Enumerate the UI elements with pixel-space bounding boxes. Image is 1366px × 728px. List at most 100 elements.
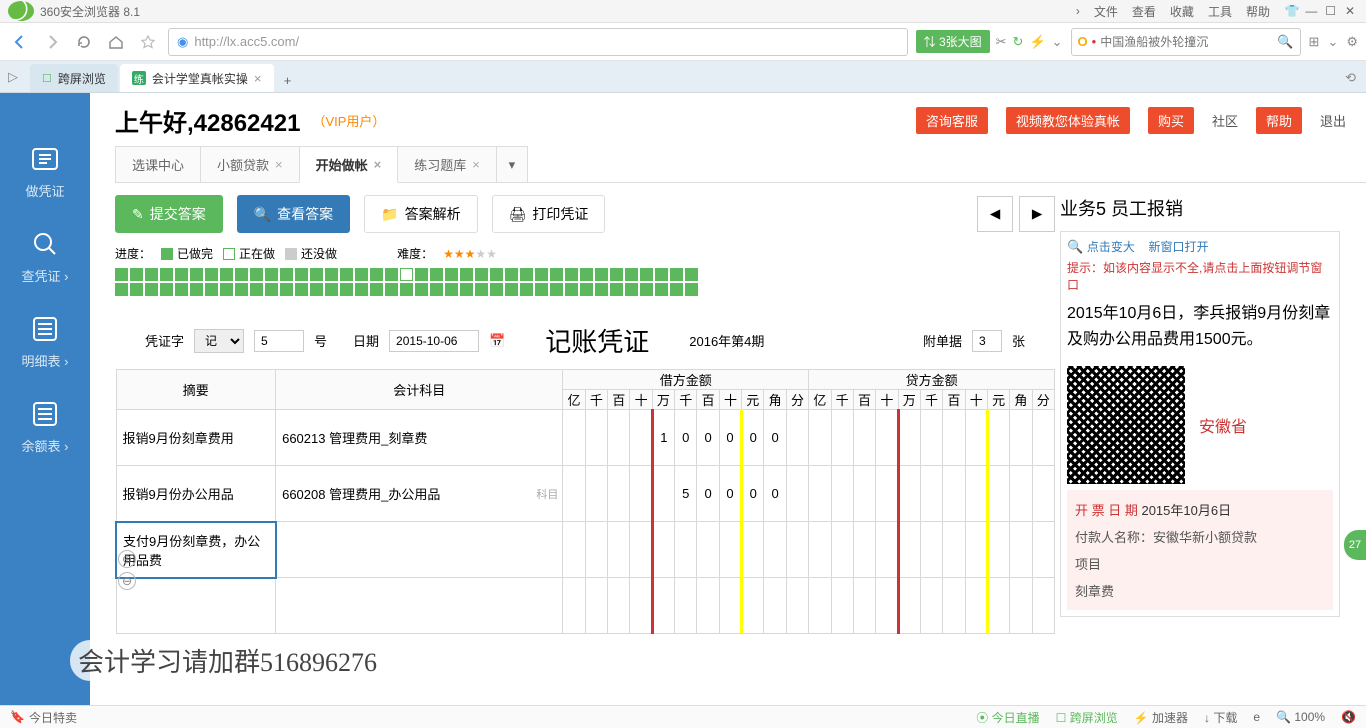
amount-cell[interactable] (987, 522, 1009, 578)
amount-cell[interactable] (585, 410, 607, 466)
crossscreen-icon[interactable]: ☐ 跨屏浏览 (1056, 709, 1118, 726)
amount-cell[interactable]: 0 (742, 410, 764, 466)
scissors-icon[interactable]: ✂ (996, 34, 1007, 50)
amount-cell[interactable] (652, 522, 674, 578)
amount-cell[interactable] (563, 578, 585, 634)
gift-icon[interactable]: 🔖 (10, 710, 25, 724)
next-button[interactable]: ▶ (1019, 196, 1055, 232)
amount-cell[interactable] (786, 410, 808, 466)
amount-cell[interactable] (652, 578, 674, 634)
remove-row-icon[interactable]: ⊖ (118, 572, 136, 590)
menu-view[interactable]: 查看 (1132, 3, 1156, 20)
amount-cell[interactable]: 5 (675, 466, 697, 522)
amount-cell[interactable] (853, 578, 875, 634)
amount-cell[interactable] (608, 578, 630, 634)
flash-icon[interactable]: ⚡ (1029, 34, 1045, 50)
help-button[interactable]: 帮助 (1256, 107, 1302, 134)
amount-cell[interactable] (1032, 466, 1054, 522)
download-icon[interactable]: ↓ 下载 (1204, 709, 1237, 726)
amount-cell[interactable] (630, 466, 652, 522)
amount-cell[interactable]: 1 (652, 410, 674, 466)
amount-cell[interactable] (809, 410, 831, 466)
amount-cell[interactable] (876, 466, 898, 522)
section-tab-loan[interactable]: 小额贷款× (200, 146, 300, 182)
amount-cell[interactable] (630, 578, 652, 634)
amount-cell[interactable] (943, 578, 965, 634)
amount-cell[interactable] (943, 410, 965, 466)
home-button[interactable] (104, 30, 128, 54)
amount-cell[interactable] (831, 410, 853, 466)
amount-cell[interactable]: 0 (697, 410, 719, 466)
menu-favorites[interactable]: 收藏 (1170, 3, 1194, 20)
amount-cell[interactable] (831, 522, 853, 578)
amount-cell[interactable] (563, 410, 585, 466)
amount-cell[interactable] (965, 578, 987, 634)
menu-file[interactable]: 文件 (1094, 3, 1118, 20)
amount-cell[interactable] (853, 522, 875, 578)
community-link[interactable]: 社区 (1212, 111, 1238, 130)
section-tab-exercise[interactable]: 练习题库× (397, 146, 497, 182)
amount-cell[interactable] (920, 522, 942, 578)
gear-icon[interactable]: ⚙ (1346, 34, 1358, 50)
amount-cell[interactable] (563, 522, 585, 578)
amount-cell[interactable] (697, 578, 719, 634)
newwin-link[interactable]: 新窗口打开 (1148, 240, 1208, 254)
amount-cell[interactable] (831, 578, 853, 634)
accel-icon[interactable]: ⚡ 加速器 (1134, 709, 1188, 726)
amount-cell[interactable] (987, 578, 1009, 634)
amount-cell[interactable] (742, 522, 764, 578)
tab-accounting[interactable]: 练 会计学堂真帐实操 × (120, 64, 274, 92)
prev-button[interactable]: ◀ (977, 196, 1013, 232)
menu-help[interactable]: 帮助 (1246, 3, 1270, 20)
amount-cell[interactable] (786, 522, 808, 578)
video-button[interactable]: 视频教您体验真帐 (1006, 107, 1130, 134)
amount-cell[interactable]: 0 (764, 466, 786, 522)
amount-cell[interactable] (608, 410, 630, 466)
amount-cell[interactable] (675, 578, 697, 634)
calendar-icon[interactable]: 📅 (489, 333, 505, 349)
voucher-date-input[interactable] (389, 330, 479, 352)
tab-add-button[interactable]: + (276, 68, 300, 92)
amount-cell[interactable] (1032, 522, 1054, 578)
amount-cell[interactable]: 0 (719, 410, 741, 466)
amount-cell[interactable] (809, 466, 831, 522)
tab-close-icon[interactable]: × (254, 71, 262, 86)
sidebar-search-voucher[interactable]: 查凭证 › (22, 228, 69, 285)
amount-cell[interactable] (898, 466, 920, 522)
section-tab-courses[interactable]: 选课中心 (115, 146, 201, 182)
amount-cell[interactable] (675, 522, 697, 578)
amount-cell[interactable] (876, 522, 898, 578)
amount-cell[interactable] (920, 578, 942, 634)
progress-blocks[interactable] (115, 268, 705, 296)
subject-cell[interactable] (276, 522, 563, 578)
search-input[interactable] (1100, 35, 1273, 49)
analyze-button[interactable]: 📁答案解析 (364, 195, 477, 233)
summary-cell[interactable]: 报销9月份办公用品 (116, 466, 276, 522)
caret-right-icon[interactable]: › (1076, 4, 1080, 18)
minimize-icon[interactable]: — (1303, 4, 1319, 18)
amount-cell[interactable] (898, 522, 920, 578)
url-input[interactable] (194, 34, 898, 49)
shirt-icon[interactable]: 👕 (1284, 4, 1300, 18)
amount-cell[interactable]: 0 (675, 410, 697, 466)
amount-cell[interactable] (920, 410, 942, 466)
sidebar-balance-table[interactable]: 余额表 › (22, 398, 69, 455)
tab-crossscreen[interactable]: ☐ 跨屏浏览 (30, 64, 118, 92)
amount-cell[interactable] (786, 466, 808, 522)
amount-cell[interactable] (742, 578, 764, 634)
apps-icon[interactable]: ⊞ (1309, 34, 1320, 50)
submit-button[interactable]: ✎提交答案 (115, 195, 223, 233)
zoom-link[interactable]: 点击变大 (1087, 240, 1135, 254)
amount-cell[interactable] (1010, 466, 1032, 522)
status-left[interactable]: 今日特卖 (29, 709, 77, 726)
chevron-down-icon[interactable]: ⌄ (1052, 34, 1063, 50)
amount-cell[interactable] (965, 522, 987, 578)
buy-button[interactable]: 购买 (1148, 107, 1194, 134)
sidebar-detail-table[interactable]: 明细表 › (22, 313, 69, 370)
maximize-icon[interactable]: ☐ (1323, 4, 1339, 18)
amount-cell[interactable] (1032, 410, 1054, 466)
amount-cell[interactable] (719, 578, 741, 634)
amount-cell[interactable] (585, 466, 607, 522)
subject-cell[interactable]: 660213 管理费用_刻章费 (276, 410, 563, 466)
add-row-icon[interactable]: ⊕ (118, 550, 136, 568)
